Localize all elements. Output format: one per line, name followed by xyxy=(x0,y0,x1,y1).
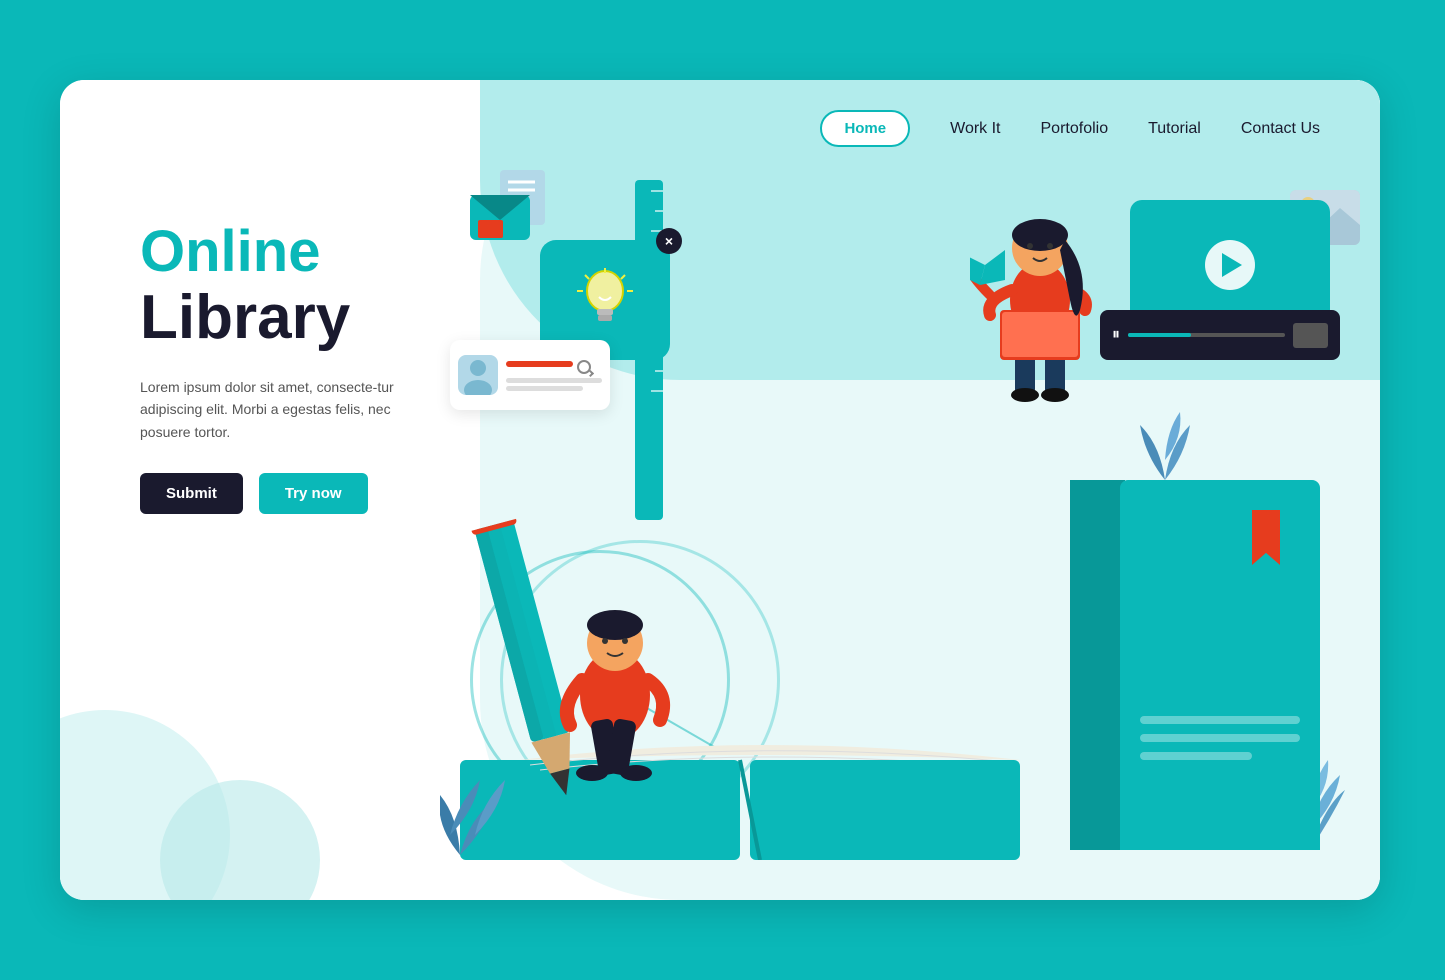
pause-icon: ⏸ xyxy=(1112,326,1120,344)
close-icon: × xyxy=(656,228,682,254)
progress-fill xyxy=(1128,333,1191,337)
leaves-center xyxy=(1135,400,1195,480)
play-button[interactable] xyxy=(1205,240,1255,290)
play-icon xyxy=(1222,253,1242,277)
video-progress-bar: ⏸ xyxy=(1100,310,1340,360)
avatar-icon xyxy=(458,355,498,395)
hero-content: Online Library Lorem ipsum dolor sit ame… xyxy=(140,220,460,514)
nav-workit[interactable]: Work It xyxy=(950,120,1000,138)
profile-info xyxy=(506,360,602,391)
hero-buttons: Submit Try now xyxy=(140,473,460,514)
try-now-button[interactable]: Try now xyxy=(259,473,368,514)
illustration-area: × xyxy=(440,160,1350,880)
hero-description: Lorem ipsum dolor sit amet, consecte-tur… xyxy=(140,376,420,443)
email-icon xyxy=(470,170,560,250)
woman-character xyxy=(970,180,1130,410)
main-card: Home Work It Portofolio Tutorial Contact… xyxy=(60,80,1380,900)
bookmark-icon xyxy=(1252,510,1280,565)
book-spine xyxy=(1070,480,1125,850)
progress-background xyxy=(1128,333,1285,337)
nav-portfolio[interactable]: Portofolio xyxy=(1041,120,1109,138)
title-online: Online xyxy=(140,220,460,284)
man-character xyxy=(540,565,690,785)
title-library: Library xyxy=(140,284,460,352)
submit-button[interactable]: Submit xyxy=(140,473,243,514)
nav-tutorial[interactable]: Tutorial xyxy=(1148,120,1201,138)
nav-contact[interactable]: Contact Us xyxy=(1241,120,1320,138)
video-thumbnail xyxy=(1293,323,1328,348)
profile-card xyxy=(450,340,610,410)
video-player: ⏸ xyxy=(1130,200,1330,330)
book-right xyxy=(1120,480,1320,850)
navigation: Home Work It Portofolio Tutorial Contact… xyxy=(820,110,1320,147)
nav-home[interactable]: Home xyxy=(820,110,910,147)
